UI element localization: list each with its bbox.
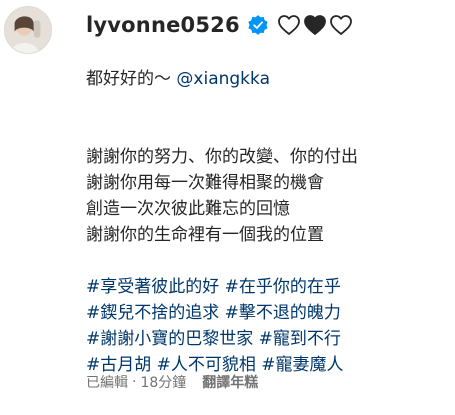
caption-first-line: 都好好的～ @xiangkka	[86, 66, 448, 92]
hashtag-line[interactable]: #謝謝小寶的巴黎世家 #寵到不行	[86, 326, 448, 352]
mention-link[interactable]: @xiangkka	[176, 69, 270, 89]
avatar-photo	[5, 7, 51, 53]
white-heart-icon	[277, 13, 301, 37]
edited-label: 已編輯	[86, 375, 128, 391]
verified-badge-icon	[247, 14, 269, 36]
caption-line: 創造一次次彼此難忘的回憶	[86, 199, 290, 219]
avatar[interactable]	[4, 6, 52, 54]
post-time[interactable]: 18分鐘	[140, 372, 186, 392]
header-emojis	[275, 13, 353, 37]
caption: 都好好的～ @xiangkka 謝謝你的努力、你的改變、你的付出 謝謝你用每一次…	[86, 66, 448, 378]
hashtag-line[interactable]: #鍥兒不捨的追求 #擊不退的魄力	[86, 300, 448, 326]
hashtag-block: #享受著彼此的好 #在乎你的在乎 #鍥兒不捨的追求 #擊不退的魄力 #謝謝小寶的…	[86, 274, 448, 378]
translate-button[interactable]: 翻譯年糕	[202, 372, 258, 392]
post-header: lyvonne0526	[86, 10, 353, 40]
caption-text: 都好好的～	[86, 69, 177, 89]
caption-line: 謝謝你的努力、你的改變、你的付出	[86, 147, 358, 167]
meta-separator: ·	[132, 374, 137, 390]
caption-line: 謝謝你的生命裡有一個我的位置	[86, 225, 324, 245]
username-link[interactable]: lyvonne0526	[86, 13, 240, 37]
caption-line: 謝謝你用每一次難得相聚的機會	[86, 173, 324, 193]
white-heart-icon	[329, 13, 353, 37]
post-meta: 已編輯 · 18分鐘 翻譯年糕	[86, 372, 258, 392]
black-heart-icon	[303, 13, 327, 37]
hashtag-line[interactable]: #享受著彼此的好 #在乎你的在乎	[86, 274, 448, 300]
